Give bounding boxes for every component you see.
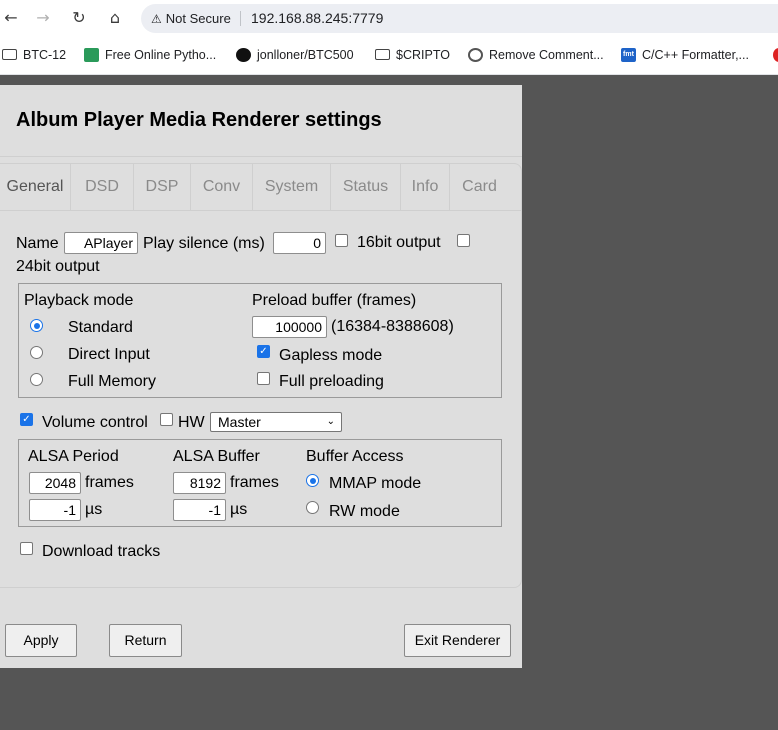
buffer-frames-unit: frames <box>230 474 279 491</box>
bookmark-github[interactable]: jonlloner/BTC500 <box>236 37 354 74</box>
bookmark-label: $CRIPTO <box>396 48 450 62</box>
bookmark-cripto[interactable]: $CRIPTO <box>375 37 450 74</box>
standard-radio[interactable] <box>30 319 43 332</box>
tab-status[interactable]: Status <box>331 164 401 210</box>
bookmark-label: C/C++ Formatter,... <box>642 48 749 62</box>
preload-range: (16384-8388608) <box>331 318 454 335</box>
return-button[interactable]: Return <box>109 624 182 657</box>
bookmark-remove-comment[interactable]: Remove Comment... <box>468 37 604 74</box>
forward-arrow-icon[interactable]: → <box>32 6 54 30</box>
fmt-icon: fmt <box>621 47 636 62</box>
mixer-selected-value: Master <box>218 414 261 430</box>
period-frames-unit: frames <box>85 474 134 491</box>
silence-input[interactable] <box>273 232 326 254</box>
bookmark-formatter[interactable]: fmt C/C++ Formatter,... <box>621 37 749 74</box>
preload-input[interactable] <box>252 316 327 338</box>
rw-radio[interactable] <box>306 501 319 514</box>
alsa-period-title: ALSA Period <box>28 448 119 465</box>
direct-input-label: Direct Input <box>68 346 150 363</box>
home-icon[interactable]: ⌂ <box>104 6 126 30</box>
mmap-label: MMAP mode <box>329 475 422 492</box>
page-title: Album Player Media Renderer settings <box>16 109 382 131</box>
rw-label: RW mode <box>329 503 400 520</box>
volume-control-label: Volume control <box>42 414 148 431</box>
preload-title: Preload buffer (frames) <box>252 292 417 309</box>
period-us-input[interactable] <box>29 499 81 521</box>
globe-icon <box>468 47 483 62</box>
tab-system[interactable]: System <box>253 164 331 210</box>
buffer-us-input[interactable] <box>173 499 226 521</box>
tab-dsp[interactable]: DSP <box>134 164 191 210</box>
gapless-checkbox[interactable]: ✓ <box>257 345 270 358</box>
browser-toolbar: ← → ↻ ⌂ ⚠ Not Secure 192.168.88.245:7779 <box>0 0 778 37</box>
bookmark-python[interactable]: Free Online Pytho... <box>84 37 216 74</box>
tab-strip: General DSD DSP Conv System Status Info … <box>0 163 522 211</box>
bookmark-label: jonlloner/BTC500 <box>257 48 354 62</box>
hw-checkbox[interactable] <box>160 413 173 426</box>
exit-renderer-button[interactable]: Exit Renderer <box>404 624 511 657</box>
period-frames-input[interactable] <box>29 472 81 494</box>
silence-label: Play silence (ms) <box>143 235 265 252</box>
folder-icon <box>2 49 17 61</box>
bookmark-overflow[interactable] <box>773 37 778 74</box>
buffer-access-title: Buffer Access <box>306 448 404 465</box>
24bit-checkbox[interactable] <box>457 234 470 247</box>
standard-label: Standard <box>68 319 133 336</box>
general-tab-content: Name Play silence (ms) 16bit output 24bi… <box>0 211 522 588</box>
bookmarks-bar: BTC-12 Free Online Pytho... jonlloner/BT… <box>0 37 778 75</box>
buffer-us-unit: µs <box>230 501 248 518</box>
16bit-label: 16bit output <box>357 234 441 251</box>
volume-control-checkbox[interactable]: ✓ <box>20 413 33 426</box>
mmap-radio[interactable] <box>306 474 319 487</box>
full-memory-label: Full Memory <box>68 373 157 390</box>
red-circle-icon <box>773 47 778 62</box>
playback-title: Playback mode <box>24 292 134 309</box>
site-security-chip[interactable]: ⚠ Not Secure <box>151 4 231 33</box>
alsa-buffer-title: ALSA Buffer <box>173 448 260 465</box>
hw-label: HW <box>178 414 205 431</box>
chevron-down-icon: ⌄ <box>326 416 335 427</box>
name-input[interactable] <box>64 232 138 254</box>
mixer-select[interactable]: Master ⌄ <box>210 412 342 432</box>
github-icon <box>236 47 251 62</box>
security-label: Not Secure <box>165 11 231 26</box>
name-label: Name <box>16 235 59 252</box>
24bit-label: 24bit output <box>16 258 100 275</box>
reload-icon[interactable]: ↻ <box>68 6 90 30</box>
settings-panel: Album Player Media Renderer settings Gen… <box>0 85 522 668</box>
python-icon <box>84 47 99 62</box>
full-preload-checkbox[interactable] <box>257 372 270 385</box>
16bit-checkbox[interactable] <box>335 234 348 247</box>
buffer-frames-input[interactable] <box>173 472 226 494</box>
download-tracks-label: Download tracks <box>42 543 161 560</box>
warning-triangle-icon: ⚠ <box>151 12 162 26</box>
url-text[interactable]: 192.168.88.245:7779 <box>251 4 383 33</box>
gapless-label: Gapless mode <box>279 347 383 364</box>
tab-dsd[interactable]: DSD <box>71 164 134 210</box>
bookmark-btc-12[interactable]: BTC-12 <box>2 37 66 74</box>
address-bar[interactable]: ⚠ Not Secure 192.168.88.245:7779 <box>141 4 778 33</box>
tab-conv[interactable]: Conv <box>191 164 253 210</box>
bookmark-label: Remove Comment... <box>489 48 604 62</box>
bookmark-label: BTC-12 <box>23 48 67 62</box>
tab-card[interactable]: Card <box>450 164 509 210</box>
direct-input-radio[interactable] <box>30 346 43 359</box>
folder-icon <box>375 49 390 61</box>
download-tracks-checkbox[interactable] <box>20 542 33 555</box>
apply-button[interactable]: Apply <box>5 624 77 657</box>
tab-general[interactable]: General <box>0 164 71 210</box>
url-separator <box>240 11 241 26</box>
full-memory-radio[interactable] <box>30 373 43 386</box>
back-arrow-icon[interactable]: ← <box>0 6 22 30</box>
tab-info[interactable]: Info <box>401 164 450 210</box>
divider <box>0 156 522 157</box>
bookmark-label: Free Online Pytho... <box>105 48 217 62</box>
period-us-unit: µs <box>85 501 103 518</box>
full-preload-label: Full preloading <box>279 373 384 390</box>
